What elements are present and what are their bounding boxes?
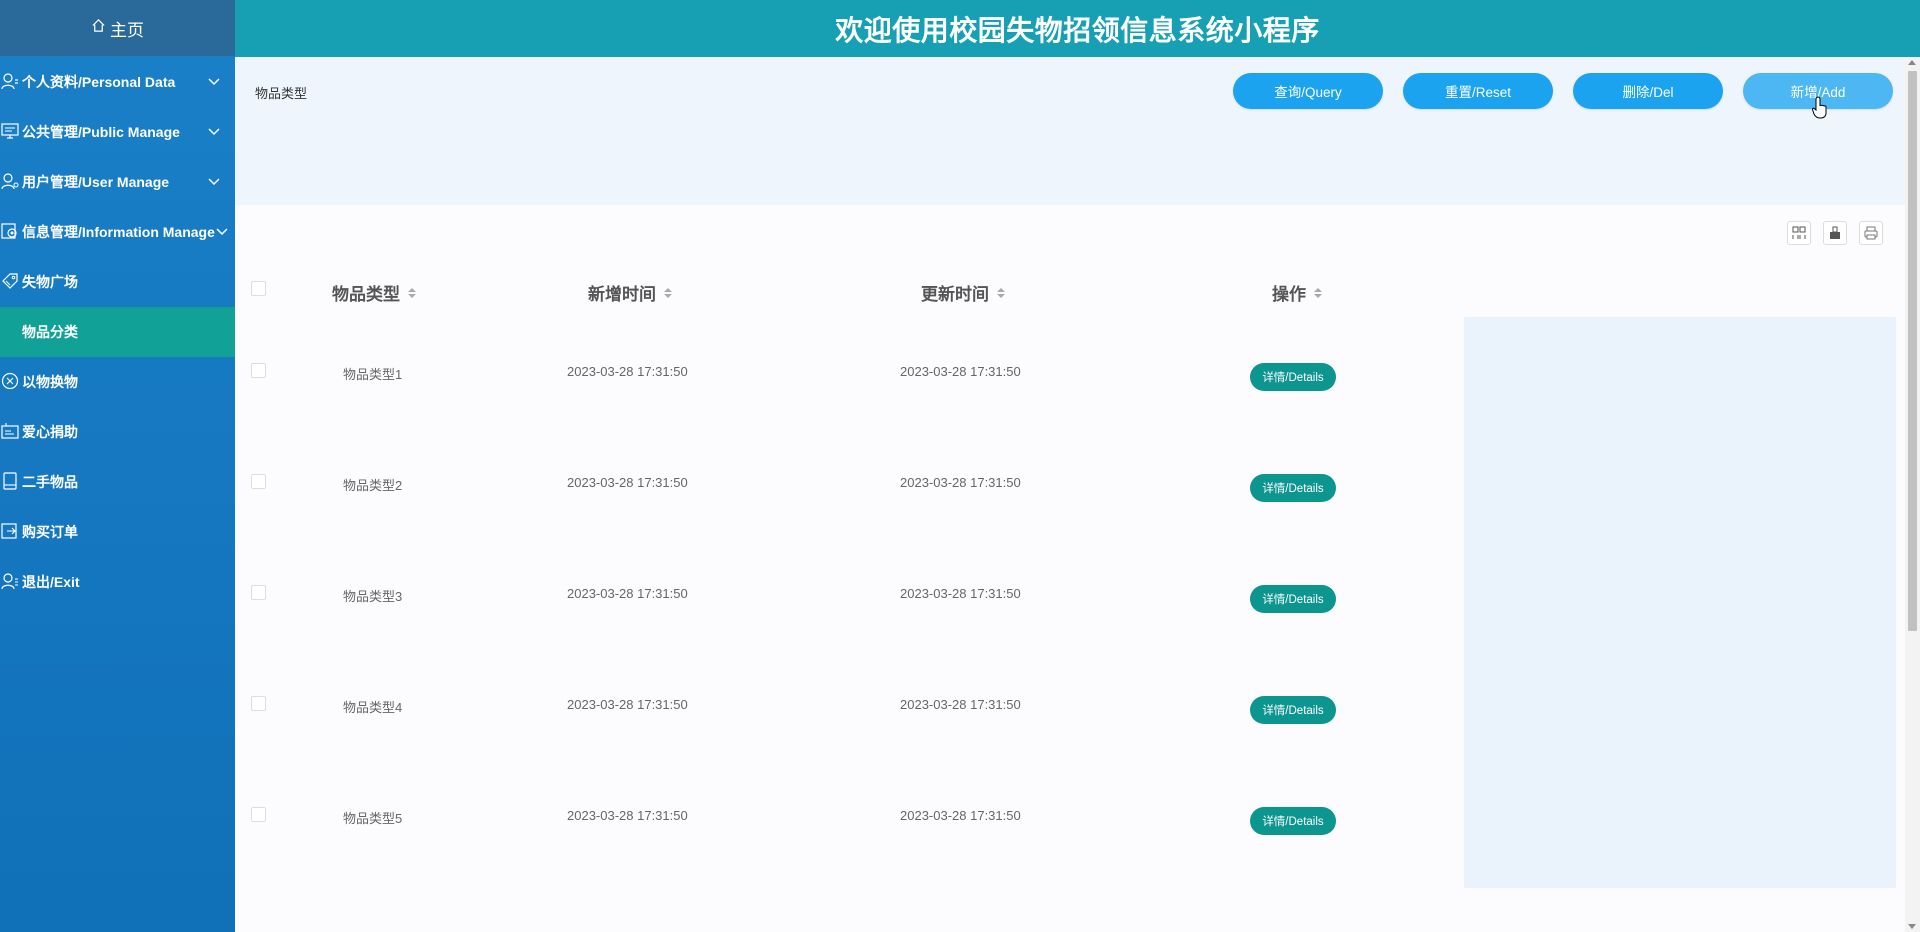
- exchange-icon: [1, 372, 21, 392]
- app-title-bar: 欢迎使用校园失物招领信息系统小程序: [235, 0, 1920, 57]
- sort-icon[interactable]: [997, 287, 1005, 298]
- cell-created-time: 2023-03-28 17:31:50: [567, 364, 688, 379]
- cell-created-time: 2023-03-28 17:31:50: [567, 586, 688, 601]
- sidebar-item-label: 退出/Exit: [22, 574, 80, 590]
- chevron-down-icon: [208, 78, 220, 86]
- exit-icon: [1, 572, 21, 592]
- cell-item-type: 物品类型2: [343, 478, 403, 493]
- table-area: 物品类型 新增时间 更新时间 操作 物品类型1 2023-03-28 17:31…: [235, 205, 1905, 932]
- delete-button[interactable]: 删除/Del: [1573, 73, 1723, 109]
- cell-updated-time: 2023-03-28 17:31:50: [900, 697, 1021, 712]
- scroll-down-icon[interactable]: [1908, 924, 1916, 929]
- chevron-down-icon: [216, 228, 228, 236]
- sort-icon[interactable]: [1314, 287, 1322, 298]
- column-header-created-time[interactable]: 新增时间: [588, 280, 672, 305]
- column-header-label: 新增时间: [588, 285, 656, 304]
- print-icon[interactable]: [1859, 221, 1883, 245]
- row-checkbox[interactable]: [251, 807, 266, 822]
- cell-created-time: 2023-03-28 17:31:50: [567, 697, 688, 712]
- row-checkbox[interactable]: [251, 585, 266, 600]
- sidebar-item-information-manage[interactable]: 信息管理/Information Manage: [0, 207, 235, 257]
- cell-updated-time: 2023-03-28 17:31:50: [900, 364, 1021, 379]
- column-header-label: 物品类型: [332, 285, 400, 304]
- sidebar-item-label: 失物广场: [22, 274, 78, 290]
- column-header-label: 操作: [1272, 285, 1306, 304]
- cell-updated-time: 2023-03-28 17:31:50: [900, 475, 1021, 490]
- book-icon: [1, 472, 21, 492]
- row-checkbox[interactable]: [251, 696, 266, 711]
- sidebar-item-lost-found-square[interactable]: 失物广场: [0, 257, 235, 307]
- details-button[interactable]: 详情/Details: [1250, 363, 1336, 391]
- sort-icon[interactable]: [408, 287, 416, 298]
- user-icon: [1, 172, 21, 192]
- details-button[interactable]: 详情/Details: [1250, 474, 1336, 502]
- sidebar-item-charity-donation[interactable]: 爱心捐助: [0, 407, 235, 457]
- home-link[interactable]: 主页: [0, 0, 235, 56]
- cell-created-time: 2023-03-28 17:31:50: [567, 475, 688, 490]
- home-icon: [91, 18, 106, 38]
- settings-icon: [1, 222, 21, 242]
- chevron-down-icon: [208, 128, 220, 136]
- details-button[interactable]: 详情/Details: [1250, 585, 1336, 613]
- cell-item-type: 物品类型4: [343, 700, 403, 715]
- monitor-icon: [1, 122, 21, 142]
- home-label: 主页: [110, 20, 144, 40]
- cell-item-type: 物品类型3: [343, 589, 403, 604]
- sidebar-item-label: 爱心捐助: [22, 424, 78, 440]
- scroll-up-icon[interactable]: [1908, 60, 1916, 65]
- sort-icon[interactable]: [664, 287, 672, 298]
- column-header-item-type[interactable]: 物品类型: [332, 280, 416, 305]
- cell-item-type: 物品类型1: [343, 367, 403, 382]
- sidebar: 主页 个人资料/Personal Data 公共管理/Public Manage…: [0, 0, 235, 932]
- cell-item-type: 物品类型5: [343, 811, 403, 826]
- sidebar-item-label: 公共管理/Public Manage: [22, 124, 180, 140]
- order-icon: [1, 522, 21, 542]
- donate-icon: [1, 422, 21, 442]
- columns-icon[interactable]: [1787, 221, 1811, 245]
- user-icon: [1, 72, 21, 92]
- sidebar-item-item-category[interactable]: 物品分类: [0, 307, 235, 357]
- sidebar-item-label: 二手物品: [22, 474, 78, 490]
- column-header-label: 更新时间: [921, 285, 989, 304]
- sidebar-item-label: 用户管理/User Manage: [22, 174, 170, 190]
- cell-updated-time: 2023-03-28 17:31:50: [900, 586, 1021, 601]
- app-title: 欢迎使用校园失物招领信息系统小程序: [835, 14, 1320, 46]
- sidebar-item-purchase-orders[interactable]: 购买订单: [0, 507, 235, 557]
- query-button[interactable]: 查询/Query: [1233, 73, 1383, 109]
- reset-button[interactable]: 重置/Reset: [1403, 73, 1553, 109]
- sidebar-item-label: 以物换物: [22, 374, 78, 390]
- details-button[interactable]: 详情/Details: [1250, 696, 1336, 724]
- sidebar-item-item-exchange[interactable]: 以物换物: [0, 357, 235, 407]
- sidebar-item-label: 物品分类: [22, 324, 78, 340]
- sidebar-item-label: 个人资料/Personal Data: [22, 74, 176, 90]
- sidebar-item-personal-data[interactable]: 个人资料/Personal Data: [0, 57, 235, 107]
- sidebar-item-exit[interactable]: 退出/Exit: [0, 557, 235, 607]
- sidebar-item-label: 信息管理/Information Manage: [22, 224, 215, 240]
- hand-cursor-icon: [1812, 96, 1827, 119]
- details-button[interactable]: 详情/Details: [1250, 807, 1336, 835]
- sidebar-item-second-hand[interactable]: 二手物品: [0, 457, 235, 507]
- row-checkbox[interactable]: [251, 474, 266, 489]
- export-icon[interactable]: [1823, 221, 1847, 245]
- sidebar-item-user-manage[interactable]: 用户管理/User Manage: [0, 157, 235, 207]
- column-header-updated-time[interactable]: 更新时间: [921, 280, 1005, 305]
- column-header-actions[interactable]: 操作: [1272, 280, 1322, 305]
- sidebar-item-public-manage[interactable]: 公共管理/Public Manage: [0, 107, 235, 157]
- item-type-filter-label: 物品类型: [255, 86, 308, 101]
- scrollbar-thumb[interactable]: [1908, 71, 1917, 631]
- cell-created-time: 2023-03-28 17:31:50: [567, 808, 688, 823]
- select-all-checkbox[interactable]: [251, 281, 266, 296]
- side-panel: [1464, 317, 1896, 888]
- page-scrollbar[interactable]: [1905, 57, 1920, 932]
- sidebar-item-label: 购买订单: [22, 524, 78, 540]
- tag-icon: [1, 272, 21, 292]
- chevron-down-icon: [208, 178, 220, 186]
- row-checkbox[interactable]: [251, 363, 266, 378]
- search-area: 物品类型 查询/Query 重置/Reset 删除/Del 新增/Add: [235, 57, 1905, 205]
- cell-updated-time: 2023-03-28 17:31:50: [900, 808, 1021, 823]
